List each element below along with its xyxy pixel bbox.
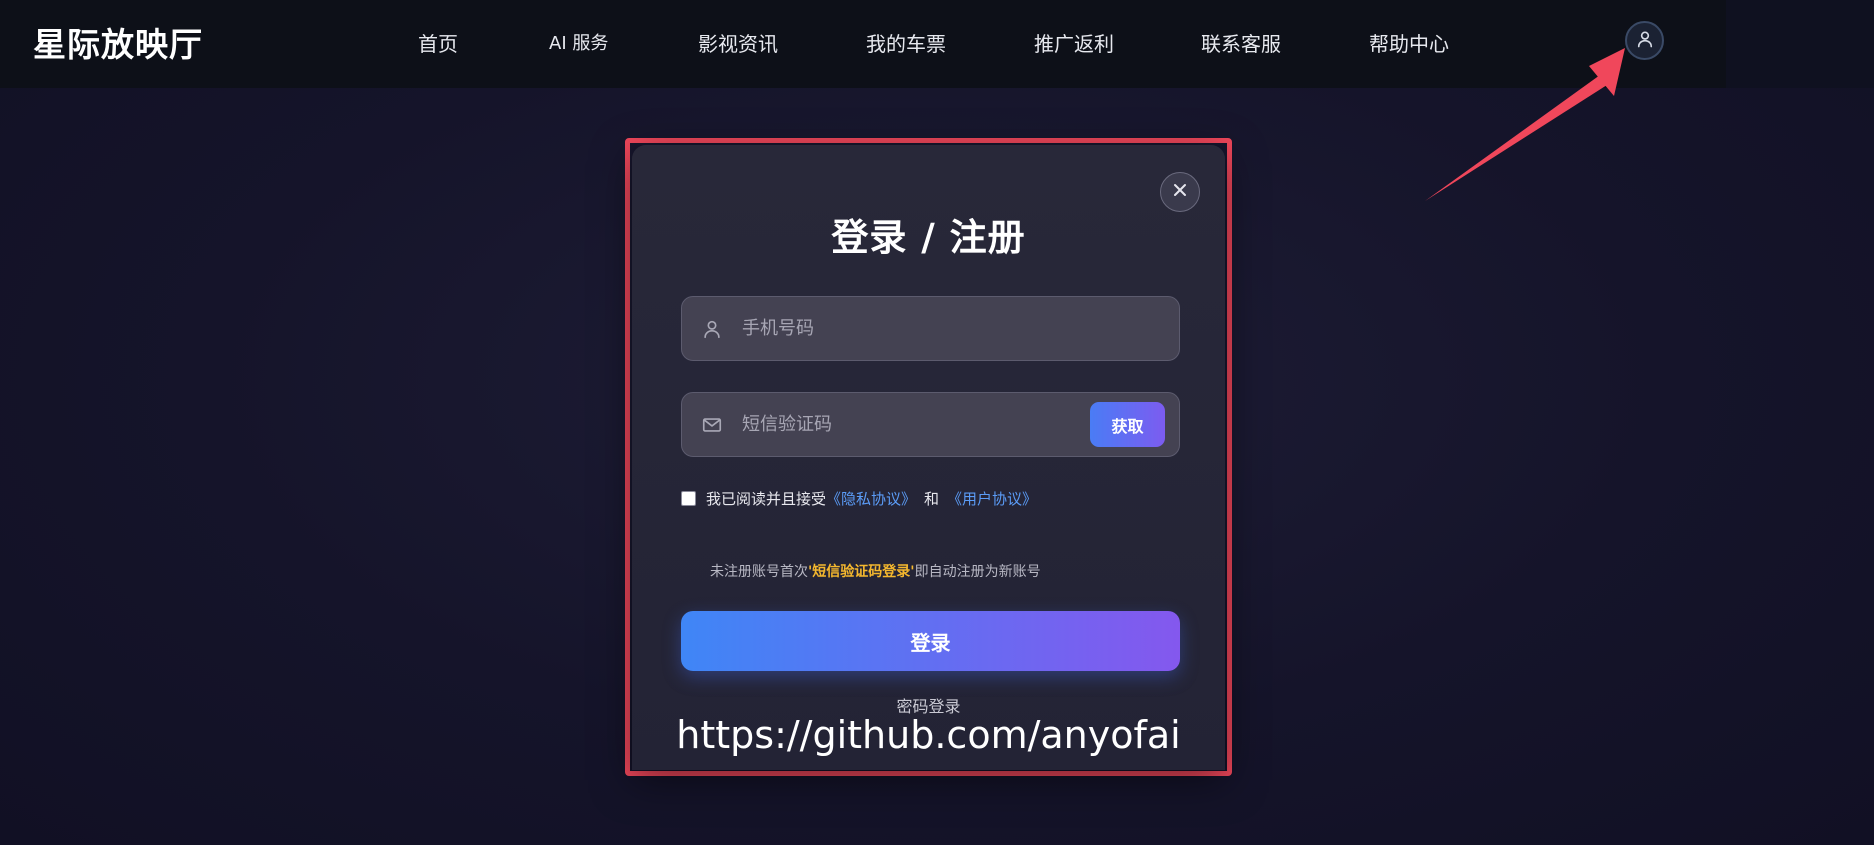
hint-after: 即自动注册为新账号 (914, 564, 1041, 580)
phone-input[interactable] (742, 297, 1179, 360)
sms-code-input[interactable] (742, 393, 1090, 456)
login-button[interactable]: 登录 (681, 611, 1180, 671)
sms-code-field: 获取 (681, 392, 1180, 457)
nav-item-my-tickets[interactable]: 我的车票 (866, 28, 946, 57)
nav-item-help-center[interactable]: 帮助中心 (1369, 28, 1449, 57)
watermark-url: https://github.com/anyofai (676, 713, 1181, 757)
nav-item-ai-service[interactable]: AI 服务 (549, 29, 608, 55)
agreement-row: 我已阅读并且接受 《隐私协议》 和 《用户协议》 (681, 488, 1037, 509)
auto-register-hint: 未注册账号首次'短信验证码登录'即自动注册为新账号 (710, 561, 1041, 581)
phone-field (681, 296, 1180, 361)
agreement-text: 我已阅读并且接受 (706, 490, 827, 508)
hint-highlight: '短信验证码登录' (808, 564, 915, 580)
nav-item-support[interactable]: 联系客服 (1201, 28, 1281, 57)
nav-item-home[interactable]: 首页 (418, 28, 458, 57)
site-logo[interactable]: 星际放映厅 (33, 18, 203, 66)
user-agreement-link[interactable]: 《用户协议》 (947, 488, 1037, 509)
privacy-policy-link[interactable]: 《隐私协议》 (826, 488, 916, 509)
close-button[interactable] (1160, 172, 1200, 212)
close-icon (1172, 182, 1188, 202)
get-code-button[interactable]: 获取 (1090, 402, 1165, 447)
navbar-filler (1726, 0, 1874, 88)
nav-item-movie-news[interactable]: 影视资讯 (698, 28, 778, 57)
nav-item-referral[interactable]: 推广返利 (1034, 28, 1114, 57)
user-avatar-button[interactable] (1625, 21, 1664, 60)
user-icon (682, 318, 742, 340)
agreement-checkbox[interactable] (681, 491, 696, 506)
top-navbar: 星际放映厅 首页 AI 服务 影视资讯 我的车票 推广返利 联系客服 帮助中心 (0, 0, 1726, 88)
agreement-and-text: 和 (924, 490, 940, 508)
mail-icon (682, 414, 742, 436)
login-modal: 登录 / 注册 获取 我已阅读并且接受 《隐私协议》 和 《用户协议》 未注册账… (632, 145, 1225, 770)
hint-before: 未注册账号首次 (710, 564, 808, 580)
user-icon (1635, 29, 1655, 53)
modal-title: 登录 / 注册 (831, 216, 1026, 259)
